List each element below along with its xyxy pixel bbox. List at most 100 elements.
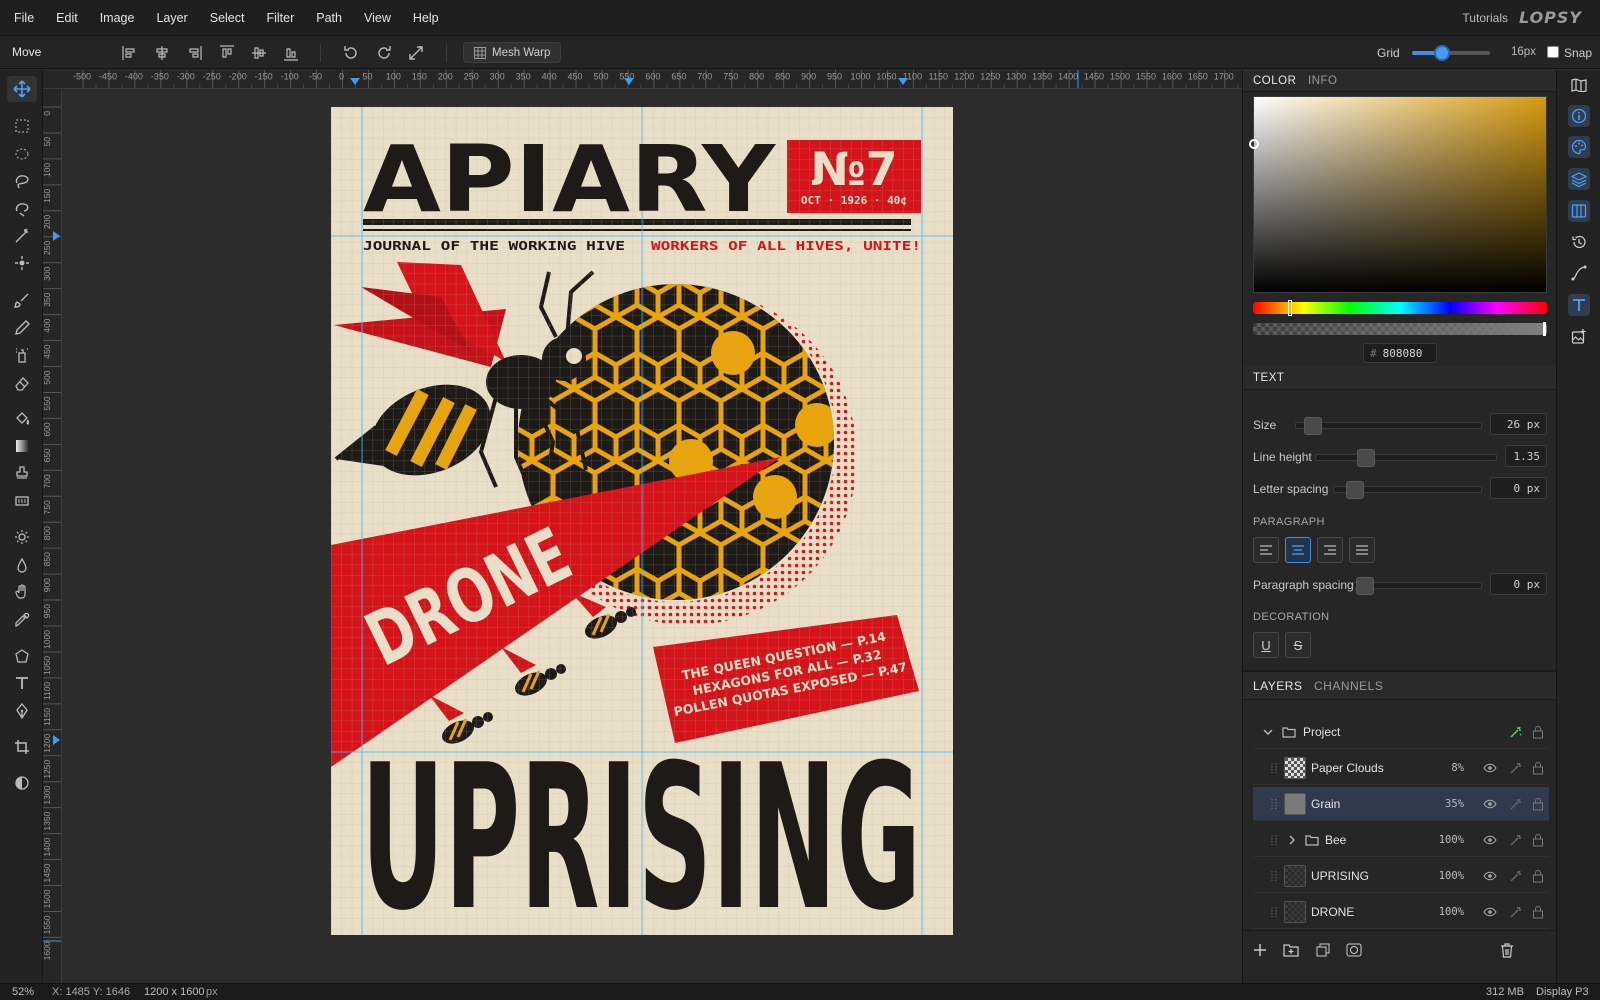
menu-filter[interactable]: Filter (255, 11, 305, 25)
tab-color[interactable]: COLOR (1253, 75, 1296, 87)
tab-layers[interactable]: LAYERS (1253, 679, 1302, 693)
crop-icon[interactable] (7, 734, 37, 760)
channels-icon[interactable] (1568, 200, 1590, 222)
drag-handle-icon[interactable] (1267, 869, 1281, 883)
polygon-shape-icon[interactable] (7, 643, 37, 669)
add-layer-icon[interactable] (1249, 939, 1271, 961)
contrast-icon[interactable] (7, 770, 37, 796)
menu-path[interactable]: Path (305, 11, 353, 25)
effects-icon[interactable] (1509, 761, 1523, 775)
eye-icon[interactable] (1483, 905, 1497, 919)
guide-marker[interactable] (624, 78, 634, 85)
layer-group-bee[interactable]: Bee 100% (1253, 823, 1549, 857)
align-top-icon[interactable] (218, 44, 236, 62)
tutorials-link[interactable]: Tutorials (1462, 11, 1508, 25)
alpha-slider[interactable] (1253, 322, 1547, 336)
lock-icon[interactable] (1531, 833, 1545, 847)
guide-marker[interactable] (53, 231, 60, 241)
effects-icon[interactable] (1509, 725, 1523, 739)
rotate-cw-icon[interactable] (375, 44, 393, 62)
color-profile[interactable]: Display P3 (1536, 986, 1589, 998)
layer-uprising[interactable]: UPRISING 100% (1253, 859, 1549, 893)
line-height-slider[interactable] (1315, 449, 1497, 467)
lock-icon[interactable] (1531, 797, 1545, 811)
layer-paper-clouds[interactable]: Paper Clouds 8% (1253, 751, 1549, 785)
grid-slider-knob[interactable] (1433, 45, 1450, 61)
lock-icon[interactable] (1531, 725, 1545, 739)
size-slider-knob[interactable] (1304, 417, 1322, 435)
effects-icon[interactable] (1509, 797, 1523, 811)
paint-bucket-icon[interactable] (7, 405, 37, 431)
align-bottom-icon[interactable] (282, 44, 300, 62)
color-picker-knob[interactable] (1249, 139, 1259, 149)
paragraph-spacing-slider-knob[interactable] (1356, 577, 1374, 595)
layer-group-project[interactable]: Project (1253, 715, 1549, 749)
menu-view[interactable]: View (353, 11, 402, 25)
menu-help[interactable]: Help (402, 11, 450, 25)
move-tool-icon[interactable] (7, 76, 37, 102)
size-slider[interactable] (1295, 417, 1482, 435)
eyedropper-icon[interactable] (7, 607, 37, 633)
letter-spacing-slider-knob[interactable] (1346, 481, 1364, 499)
guide-marker[interactable] (898, 78, 908, 85)
letter-spacing-value[interactable]: 0 px (1490, 477, 1547, 499)
zoom-level[interactable]: 52% (12, 986, 34, 998)
drag-handle-icon[interactable] (1267, 905, 1281, 919)
chevron-right-icon[interactable] (1285, 833, 1299, 847)
guide-marker[interactable] (350, 78, 360, 85)
alpha-slider-knob[interactable] (1543, 322, 1546, 336)
ruler-horizontal[interactable]: -500 -450 -400 -350 -300 -250 -200 -150 -100 -50 0… (43, 70, 1242, 89)
eraser-icon[interactable] (7, 370, 37, 396)
eye-icon[interactable] (1483, 869, 1497, 883)
image-add-icon[interactable] (1568, 326, 1590, 348)
guide-marker[interactable] (53, 735, 60, 745)
align-text-center-icon[interactable] (1285, 537, 1311, 563)
tab-channels[interactable]: CHANNELS (1314, 679, 1383, 693)
info-icon[interactable] (1568, 105, 1590, 127)
smudge-drop-icon[interactable] (7, 552, 37, 578)
align-center-h-icon[interactable] (153, 44, 171, 62)
effects-icon[interactable] (1509, 905, 1523, 919)
hue-slider-knob[interactable] (1288, 300, 1292, 316)
canvas-area[interactable]: APIARY №7 OCT · 1926 · 40¢ JOURNAL OF TH… (62, 89, 1242, 983)
menu-edit[interactable]: Edit (45, 11, 89, 25)
saturation-value-picker[interactable] (1249, 96, 1547, 293)
underline-button[interactable]: U (1253, 632, 1279, 658)
menu-select[interactable]: Select (199, 11, 256, 25)
lock-icon[interactable] (1531, 905, 1545, 919)
effects-icon[interactable] (1509, 869, 1523, 883)
layers-icon[interactable] (1568, 168, 1590, 190)
eye-icon[interactable] (1483, 761, 1497, 775)
rotate-ccw-icon[interactable] (342, 44, 360, 62)
pattern-stamp-icon[interactable] (7, 488, 37, 514)
new-group-icon[interactable] (1280, 939, 1302, 961)
magic-wand-icon[interactable] (7, 223, 37, 249)
align-right-icon[interactable] (185, 44, 203, 62)
size-value[interactable]: 26 px (1490, 413, 1547, 435)
duplicate-layer-icon[interactable] (1312, 939, 1334, 961)
ellipse-select-icon[interactable] (7, 141, 37, 167)
align-left-icon[interactable] (121, 44, 139, 62)
paragraph-spacing-value[interactable]: 0 px (1490, 573, 1547, 595)
palette-icon[interactable] (1568, 136, 1590, 158)
layer-grain[interactable]: Grain 35% (1253, 787, 1549, 821)
document-poster[interactable]: APIARY №7 OCT · 1926 · 40¢ JOURNAL OF TH… (331, 107, 953, 935)
text-panel-icon[interactable] (1568, 294, 1590, 316)
align-text-justify-icon[interactable] (1349, 537, 1375, 563)
quick-select-icon[interactable] (7, 250, 37, 276)
drag-handle-icon[interactable] (1267, 761, 1281, 775)
history-icon[interactable] (1568, 231, 1590, 253)
line-height-slider-knob[interactable] (1357, 449, 1375, 467)
strikethrough-button[interactable]: S (1285, 632, 1311, 658)
align-text-left-icon[interactable] (1253, 537, 1279, 563)
menu-file[interactable]: File (0, 11, 45, 25)
lock-icon[interactable] (1531, 869, 1545, 883)
dodge-icon[interactable] (7, 524, 37, 550)
eye-icon[interactable] (1483, 797, 1497, 811)
fit-screen-icon[interactable] (407, 44, 425, 62)
gradient-icon[interactable] (7, 433, 37, 459)
line-height-value[interactable]: 1.35 (1505, 445, 1547, 467)
drag-handle-icon[interactable] (1267, 833, 1281, 847)
stamp-icon[interactable] (7, 460, 37, 486)
paragraph-spacing-slider[interactable] (1353, 577, 1482, 595)
